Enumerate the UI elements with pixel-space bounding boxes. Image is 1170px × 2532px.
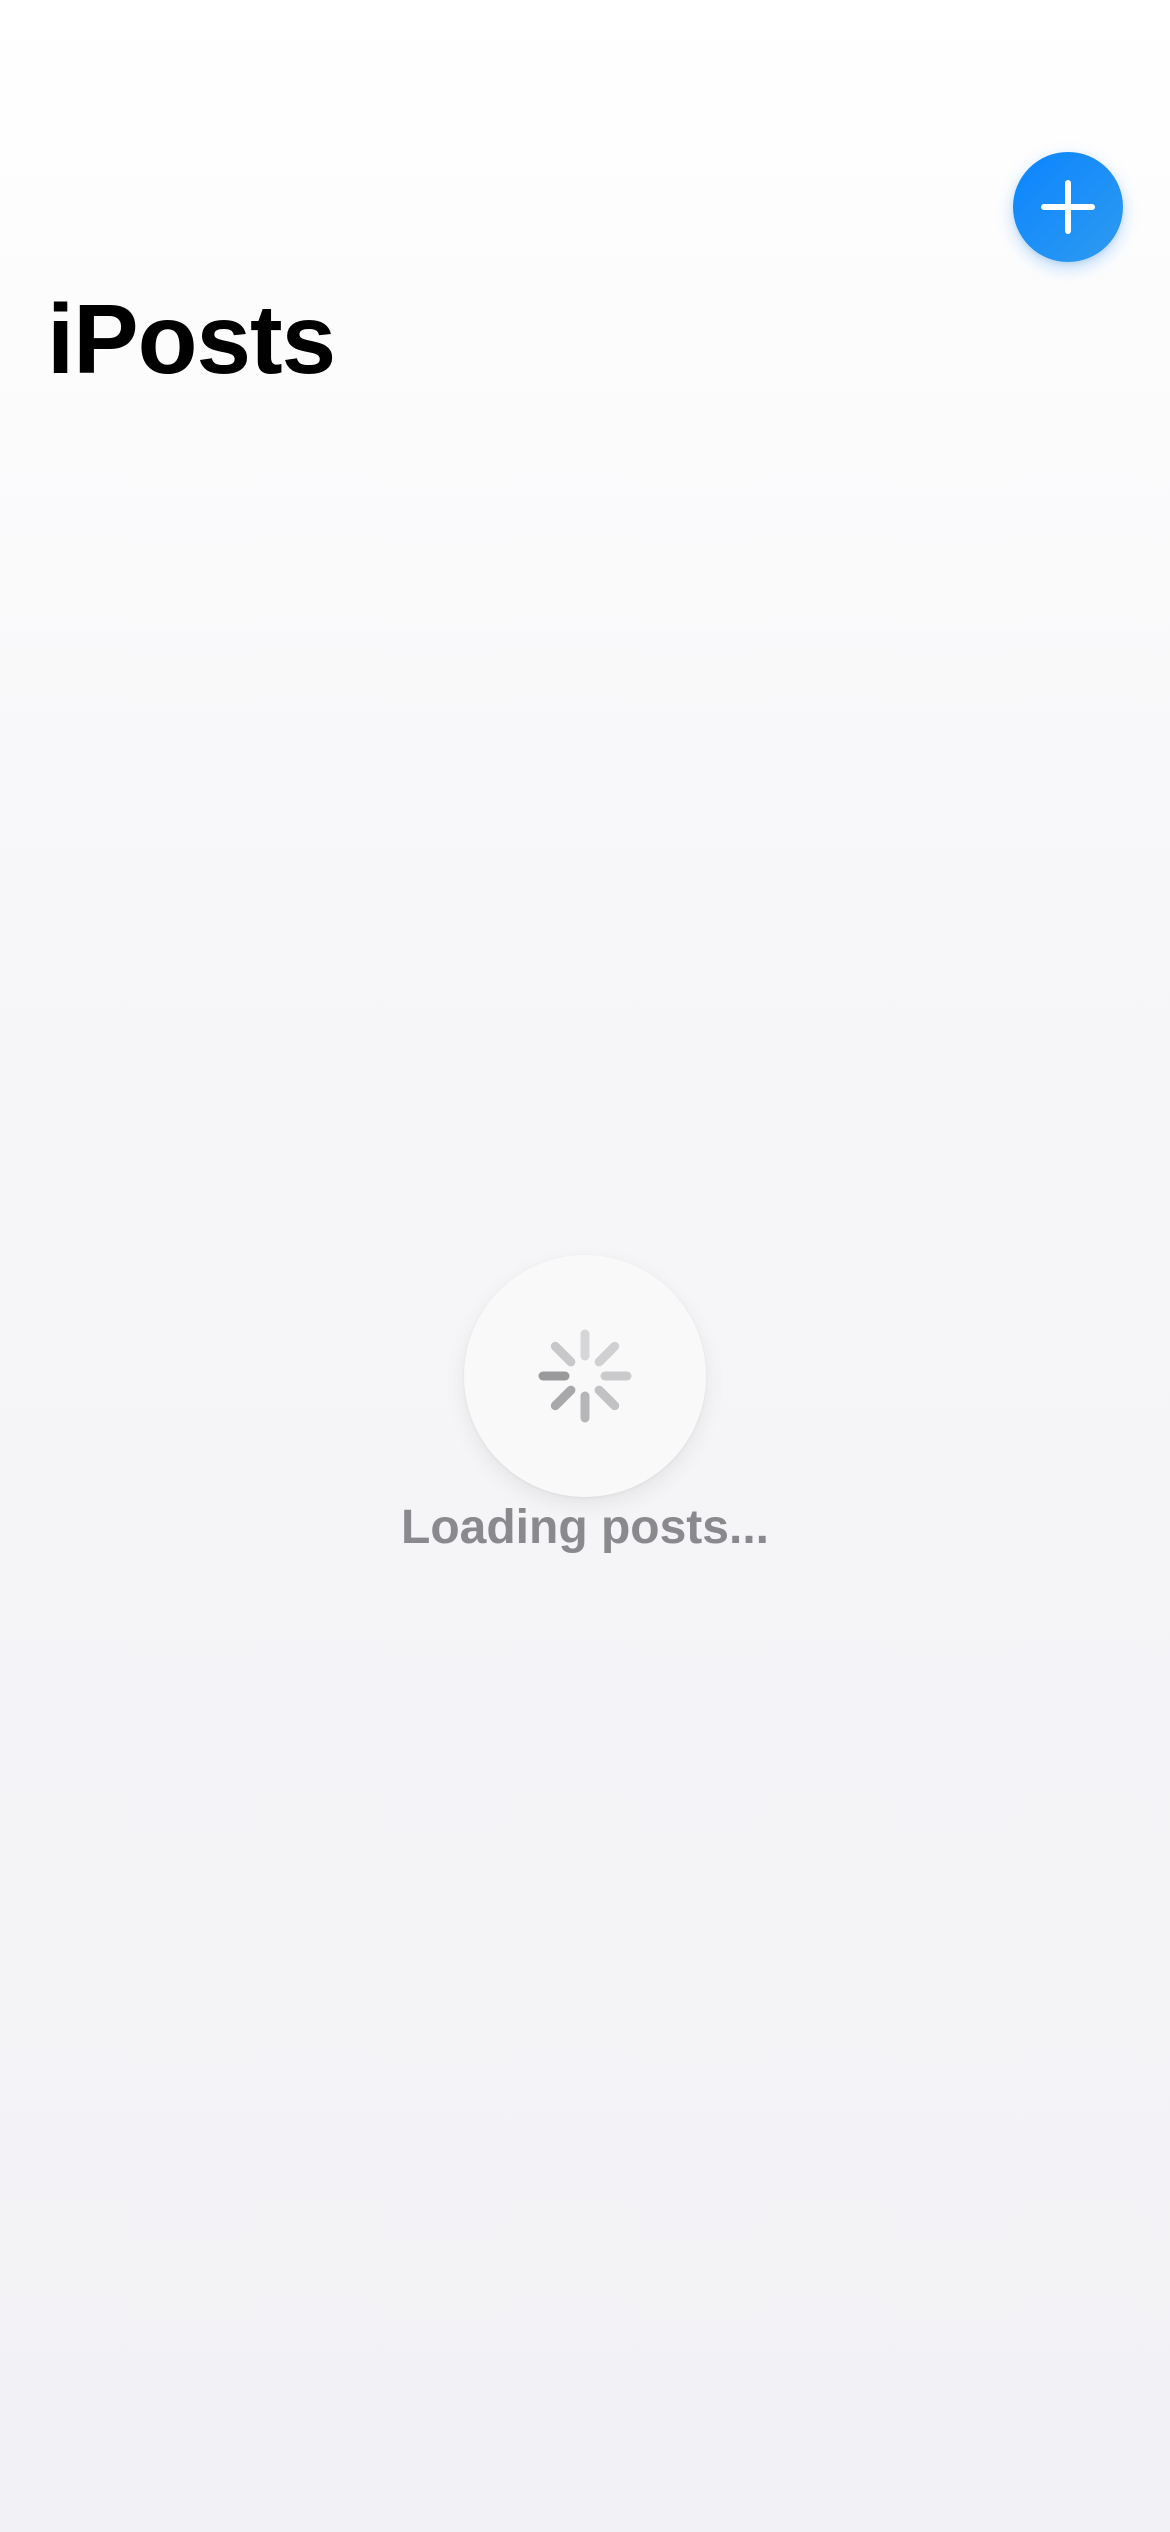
posts-screen: iPosts Loading posts...	[0, 0, 1170, 2532]
spinner-icon	[538, 1329, 632, 1423]
add-post-button[interactable]	[1013, 152, 1123, 262]
loading-text: Loading posts...	[401, 1501, 769, 1554]
plus-icon	[1041, 180, 1095, 234]
loading-indicator	[464, 1255, 706, 1497]
page-title: iPosts	[47, 284, 336, 394]
